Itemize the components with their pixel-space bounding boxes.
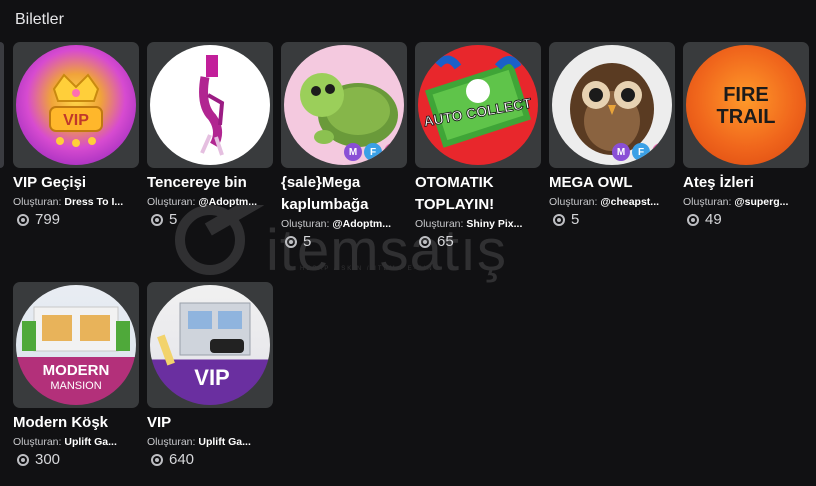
item-card[interactable]: MODERN MANSION Modern Köşk Oluşturan: Up… [13, 282, 139, 468]
robux-icon [17, 213, 29, 226]
robux-icon [285, 235, 297, 248]
item-price: 5 [147, 211, 273, 228]
item-name[interactable]: VIP Geçişi [13, 172, 139, 194]
item-thumbnail[interactable]: VIP [147, 282, 273, 408]
svg-text:MANSION: MANSION [50, 380, 101, 392]
svg-text:FIRE: FIRE [723, 84, 769, 106]
mfp-badges: M F P [612, 143, 670, 161]
item-creator[interactable]: Oluşturan: Dress To I... [13, 196, 139, 208]
item-thumbnail[interactable]: AUTO COLLECT [415, 42, 541, 168]
mfp-badges: M F P [344, 143, 402, 161]
item-price: 49 [683, 211, 809, 228]
fly-badge: F [632, 143, 650, 161]
scroll-edge [0, 42, 4, 168]
item-name[interactable]: {sale}Mega kaplumbağa [281, 172, 407, 216]
auto-collect-icon: AUTO COLLECT [422, 55, 534, 148]
pink-badge: P [652, 143, 670, 161]
item-creator[interactable]: Oluşturan: @Adoptm... [281, 218, 407, 230]
item-card[interactable]: Tencereye bin Oluşturan: @Adoptm... 5 [147, 42, 273, 228]
mega-badge: M [612, 143, 630, 161]
item-creator[interactable]: Oluşturan: Uplift Ga... [147, 436, 273, 448]
item-card[interactable]: M F P MEGA OWL Oluşturan: @cheapst... 5 [549, 42, 675, 228]
item-creator[interactable]: Oluşturan: @cheapst... [549, 196, 675, 208]
item-name[interactable]: Modern Köşk [13, 412, 139, 434]
svg-text:VIP: VIP [63, 112, 89, 129]
robux-icon [151, 213, 163, 226]
item-name[interactable]: MEGA OWL [549, 172, 675, 194]
item-thumbnail[interactable]: M F P [549, 42, 675, 168]
watermark-sub: HESAP / SKIN / ITEM / E-PIN [300, 266, 434, 272]
svg-text:MODERN: MODERN [43, 362, 110, 379]
item-creator[interactable]: Oluşturan: @Adoptm... [147, 196, 273, 208]
mansion-icon: MODERN MANSION [22, 306, 130, 392]
item-name[interactable]: Tencereye bin [147, 172, 273, 194]
svg-text:TRAIL: TRAIL [717, 106, 776, 128]
item-price: 300 [13, 451, 139, 468]
mega-badge: M [344, 143, 362, 161]
item-price: 65 [415, 233, 541, 250]
robux-icon [17, 453, 29, 466]
item-card[interactable]: FIRE TRAIL Ateş İzleri Oluşturan: @super… [683, 42, 809, 228]
item-thumbnail[interactable] [147, 42, 273, 168]
item-thumbnail[interactable]: VIP [13, 42, 139, 168]
item-thumbnail[interactable]: FIRE TRAIL [683, 42, 809, 168]
item-name[interactable]: Ateş İzleri [683, 172, 809, 194]
item-card[interactable]: AUTO COLLECT OTOMATIK TOPLAYIN! Oluşturan… [415, 42, 541, 250]
item-price: 640 [147, 451, 273, 468]
item-card[interactable]: M F P {sale}Mega kaplumbağa Oluşturan: @A… [281, 42, 407, 250]
robux-icon [151, 453, 163, 466]
item-card[interactable]: VIP VIP Geçişi Oluşturan: Dress To I... … [13, 42, 139, 228]
robux-icon [419, 235, 431, 248]
fly-badge: F [364, 143, 382, 161]
item-creator[interactable]: Oluşturan: Shiny Pix... [415, 218, 541, 230]
item-thumbnail[interactable]: M F P [281, 42, 407, 168]
item-card[interactable]: VIP VIP Oluşturan: Uplift Ga... 640 [147, 282, 273, 468]
section-title: Biletler [15, 11, 64, 28]
vip-crown-icon: VIP [49, 73, 103, 147]
item-creator[interactable]: Oluşturan: @superg... [683, 196, 809, 208]
item-thumbnail[interactable]: MODERN MANSION [13, 282, 139, 408]
pink-badge: P [384, 143, 402, 161]
item-creator[interactable]: Oluşturan: Uplift Ga... [13, 436, 139, 448]
robux-icon [687, 213, 699, 226]
item-name[interactable]: OTOMATIK TOPLAYIN! [415, 172, 541, 216]
item-price: 5 [549, 211, 675, 228]
item-name[interactable]: VIP [147, 412, 273, 434]
item-price: 5 [281, 233, 407, 250]
pot-figure-icon [199, 55, 225, 156]
robux-icon [553, 213, 565, 226]
vip-house-icon: VIP [157, 302, 251, 390]
fire-trail-icon: FIRE TRAIL [717, 84, 776, 128]
svg-text:VIP: VIP [194, 365, 229, 390]
item-price: 799 [13, 211, 139, 228]
